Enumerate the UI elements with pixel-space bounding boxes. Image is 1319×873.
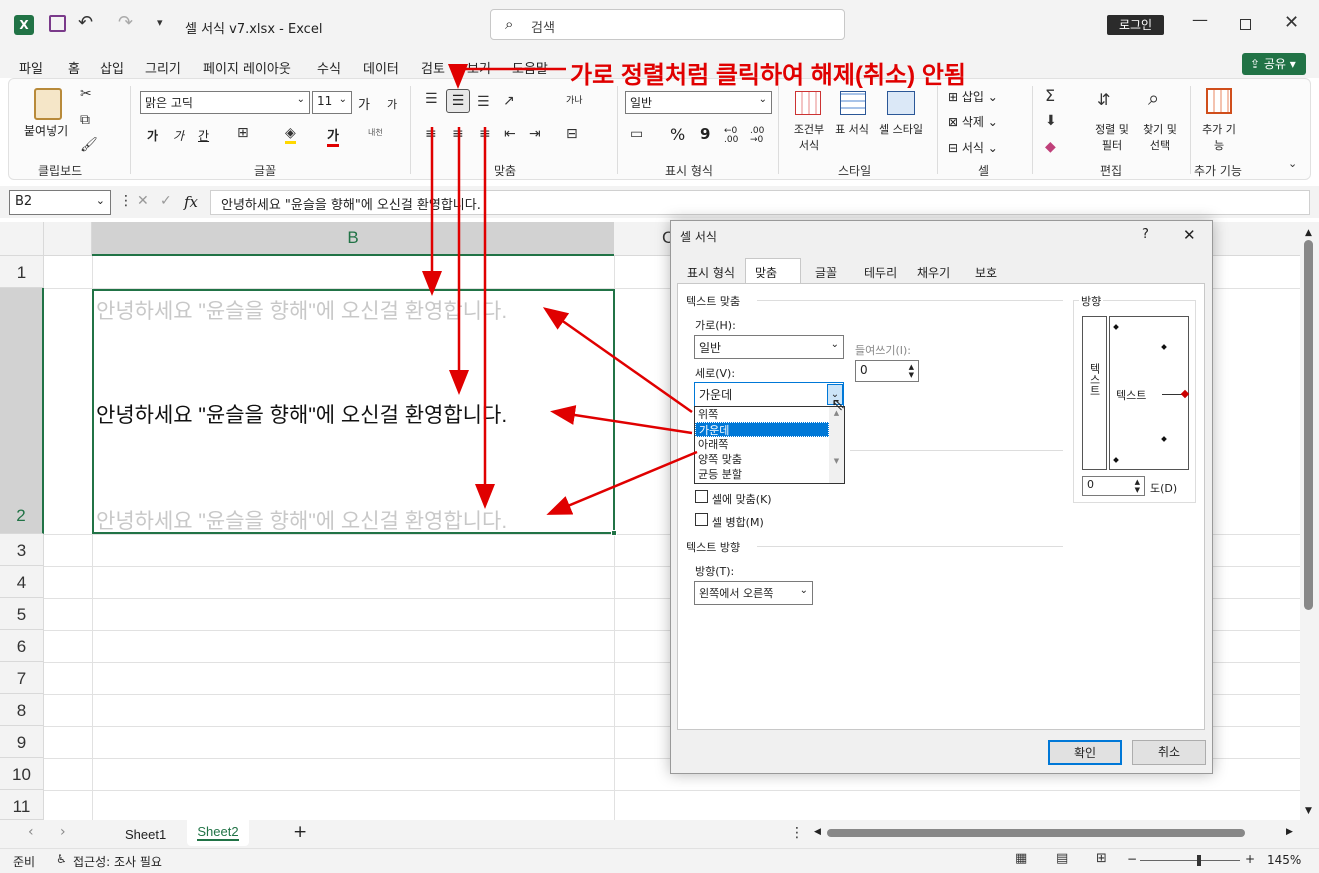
arrow-option-top [542, 307, 693, 414]
arrow-to-align-middle [448, 64, 566, 89]
arrow-option-bottom [546, 450, 698, 515]
arrow-option-center [550, 405, 693, 435]
annotation-arrows [422, 64, 698, 515]
